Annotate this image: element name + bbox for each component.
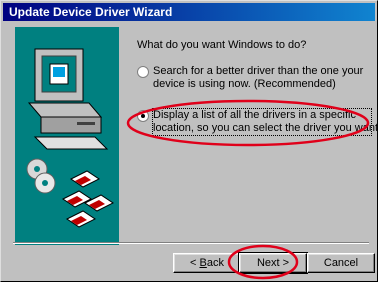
radio-display-driver-list[interactable] (137, 110, 149, 122)
option-display-driver-list-label: Display a list of all the drivers in a s… (152, 108, 378, 136)
cancel-button[interactable]: Cancel (307, 253, 375, 273)
cd-disc-icon (26, 158, 56, 194)
back-button[interactable]: < Back (173, 253, 241, 273)
wizard-illustration (15, 27, 119, 245)
radio-search-better-driver[interactable] (137, 66, 149, 78)
next-button[interactable]: Next > (238, 252, 308, 274)
window-title: Update Device Driver Wizard (9, 5, 173, 19)
wizard-window: Update Device Driver Wizard What do you … (0, 0, 378, 282)
button-separator (13, 242, 369, 244)
title-bar[interactable]: Update Device Driver Wizard (3, 3, 375, 21)
floppy-disk-icon (62, 170, 114, 228)
computer-icon (27, 48, 109, 150)
option-search-better-driver-label: Search for a better driver than the one … (153, 65, 364, 90)
wizard-prompt: What do you want Windows to do? (137, 39, 307, 51)
